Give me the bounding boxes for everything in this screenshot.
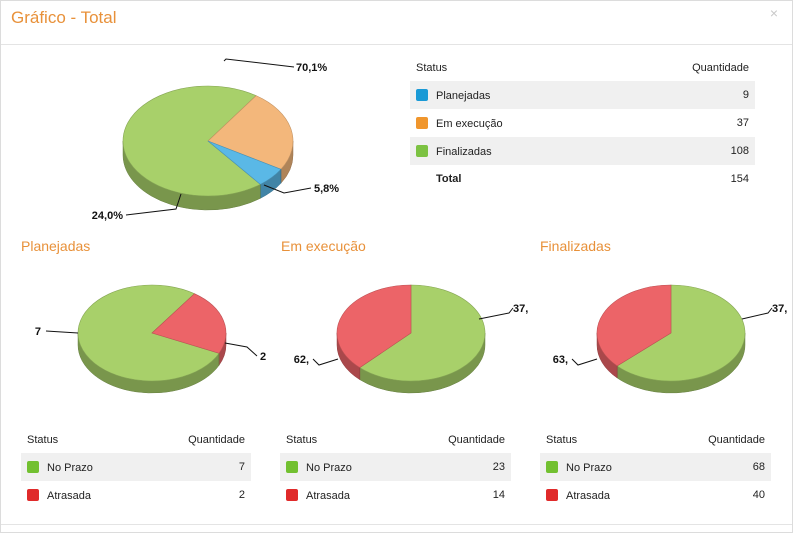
table-row: Atrasada 14 [280,481,511,509]
legend-swatch [546,460,558,473]
data-label-leader [478,307,514,320]
data-label-leader [571,358,598,366]
data-label-leader [45,330,79,334]
legend-swatch [27,460,39,473]
row-label: Atrasada [47,489,92,502]
column-header-quantity: Quantidade [708,434,765,446]
data-label-leader [741,307,773,320]
section-title-planejadas: Planejadas [21,238,91,254]
data-label: 63, [553,354,568,366]
planejadas-pie-chart: 72 [35,284,266,394]
table-total-row: Total 154 [410,165,755,193]
legend-swatch [416,88,428,101]
row-value: 7 [143,453,251,481]
data-label: 62, [294,354,309,366]
column-header-quantity: Quantidade [448,434,505,446]
table-row: Em execução 37 [410,109,755,137]
column-header-status: Status [27,434,59,446]
row-label: Em execução [436,117,503,130]
legend-swatch [286,488,298,501]
table-header-row: Status Quantidade [280,427,511,453]
table-header-row: Status Quantidade [540,427,771,453]
close-icon[interactable]: × [770,5,778,21]
table-header-row: Status Quantidade [410,55,755,81]
table-row: No Prazo 23 [280,453,511,481]
row-value: 108 [613,137,755,165]
legend-swatch [416,116,428,129]
data-label-leader [223,58,295,68]
legend-swatch [416,144,428,157]
table-header-row: Status Quantidade [21,427,251,453]
row-label: Atrasada [566,489,611,502]
data-label: 7 [35,326,41,338]
data-label: 37, [513,303,528,315]
total-value: 154 [730,173,749,185]
row-value: 14 [492,489,505,501]
data-label-leader [312,358,339,366]
modal-header: Gráfico - Total × [1,1,792,45]
total-table: Status Quantidade Planejadas 9 Em execuç… [410,55,755,193]
column-header-status: Status [286,434,318,446]
data-label: 2 [260,351,266,363]
data-label-leader [224,342,258,357]
total-pie-chart: 70,1% 24,0% 5,8% [92,58,339,222]
row-value: 40 [752,489,765,501]
footer-divider [1,524,792,525]
chart-modal: Gráfico - Total × 70,1% 24,0% 5,8% Status … [0,0,793,533]
row-value: 68 [662,453,771,481]
planejadas-table: Status Quantidade No Prazo 7 Atrasada 2 [21,427,251,509]
total-label: Total [436,173,462,185]
modal-title: Gráfico - Total [11,8,117,27]
row-value: 37 [736,117,749,129]
table-row: Finalizadas 108 [410,137,755,165]
column-header-status: Status [416,62,448,74]
em-execucao-pie-chart: 62, 37, [294,284,528,394]
section-title-em-execucao: Em execução [281,238,366,254]
row-label: No Prazo [306,461,352,474]
row-label: Atrasada [306,489,351,502]
finalizadas-pie-chart: 63, 37, [553,284,787,394]
table-row: Atrasada 40 [540,481,771,509]
row-value: 2 [238,489,245,501]
data-label: 37, [772,303,787,315]
legend-swatch [286,460,298,473]
row-label: No Prazo [47,461,93,474]
data-label: 24,0% [92,210,123,222]
data-label: 5,8% [314,183,339,195]
row-label: Planejadas [436,89,491,102]
column-header-quantity: Quantidade [692,62,749,74]
table-row: No Prazo 68 [540,453,771,481]
row-value: 23 [402,453,511,481]
table-row: No Prazo 7 [21,453,251,481]
row-label: No Prazo [566,461,612,474]
column-header-status: Status [546,434,578,446]
row-value: 9 [613,81,755,109]
data-label: 70,1% [296,62,327,74]
finalizadas-table: Status Quantidade No Prazo 68 Atrasada 4… [540,427,771,509]
row-label: Finalizadas [436,145,492,158]
em-execucao-table: Status Quantidade No Prazo 23 Atrasada 1… [280,427,511,509]
legend-swatch [546,488,558,501]
table-row: Planejadas 9 [410,81,755,109]
section-title-finalizadas: Finalizadas [540,238,611,254]
legend-swatch [27,488,39,501]
column-header-quantity: Quantidade [188,434,245,446]
table-row: Atrasada 2 [21,481,251,509]
